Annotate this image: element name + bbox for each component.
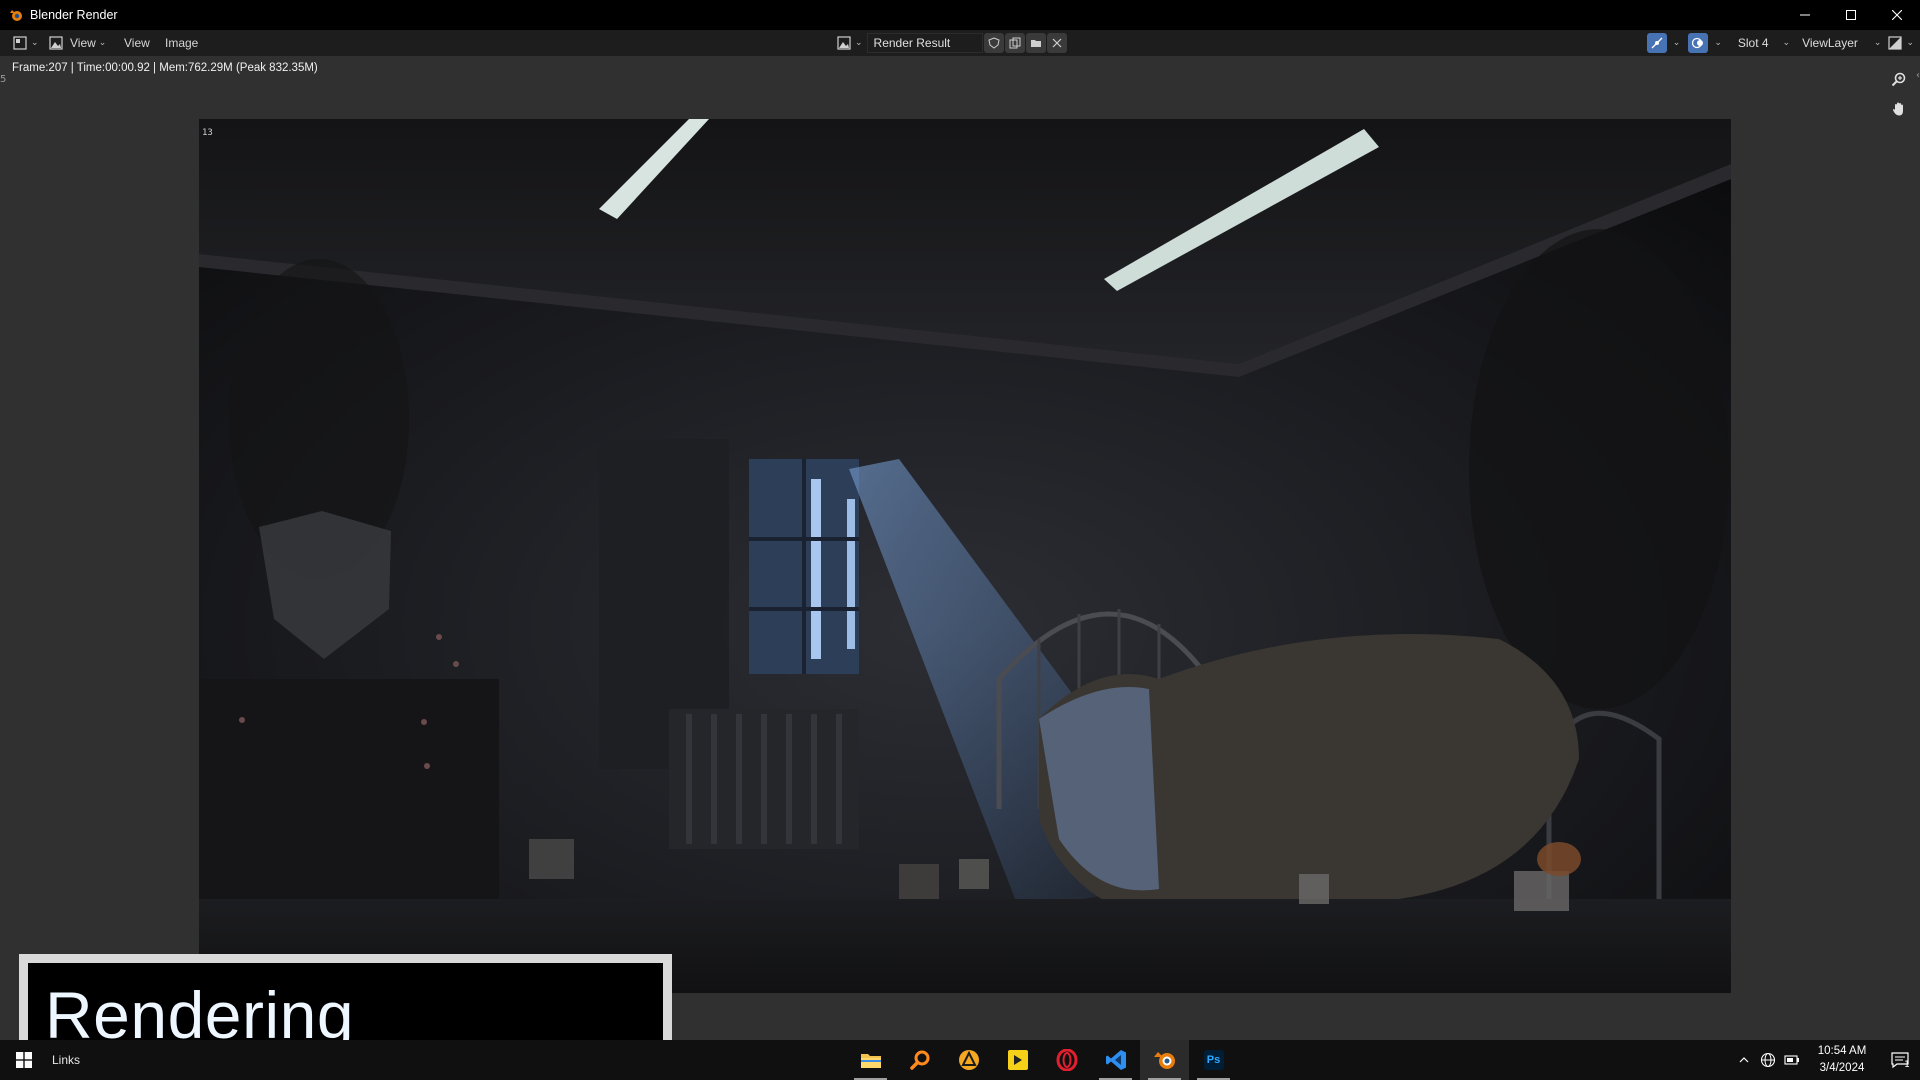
clock[interactable]: 10:54 AM 3/4/2024 — [1804, 1043, 1880, 1077]
display-channels-selector[interactable]: ⌄ — [1887, 35, 1914, 51]
close-icon — [1052, 38, 1061, 48]
image-name-field[interactable]: Render Result — [866, 33, 983, 53]
rendering-overlay: Rendering — [19, 954, 672, 1040]
fake-user-button[interactable] — [983, 33, 1004, 53]
taskbar-triangle-app[interactable] — [944, 1040, 993, 1080]
overlay-toggle-button[interactable] — [1688, 33, 1709, 53]
taskbar-vscode[interactable] — [1091, 1040, 1140, 1080]
chevron-down-icon: ⌄ — [31, 36, 39, 47]
folder-icon — [1030, 40, 1041, 47]
overlay-icon — [1692, 37, 1704, 49]
duplicate-icon — [1009, 37, 1021, 49]
taskbar-blender[interactable] — [1140, 1040, 1189, 1080]
blender-logo-icon — [8, 7, 24, 23]
view-mode-label: View — [70, 36, 96, 50]
chevron-down-icon: ⌄ — [1782, 36, 1791, 47]
battery-icon[interactable] — [1780, 1040, 1804, 1080]
chevron-down-icon: ⌄ — [855, 36, 863, 47]
search-app-icon — [909, 1050, 929, 1070]
taskbar-search-app[interactable] — [895, 1040, 944, 1080]
view-mode-selector[interactable]: View ⌄ — [48, 35, 106, 51]
taskbar-apps: Ps — [846, 1040, 1238, 1080]
taskbar-photoshop[interactable]: Ps — [1189, 1040, 1238, 1080]
triangle-app-icon — [958, 1050, 979, 1070]
sidebar-collapse-arrow[interactable]: ‹ — [1916, 70, 1920, 81]
image-browse-icon — [836, 35, 852, 51]
view-layer-selector[interactable]: ViewLayer ⌄ — [1796, 33, 1887, 53]
browse-image-button[interactable]: ⌄ — [836, 35, 863, 51]
slot-selector[interactable]: Slot 4 ⌄ — [1732, 33, 1796, 53]
pan-hand-icon[interactable] — [1888, 98, 1910, 120]
display-channels-icon — [1887, 35, 1903, 51]
chevron-down-icon: ⌄ — [1906, 36, 1914, 47]
window-controls — [1782, 0, 1920, 30]
opera-icon — [1056, 1049, 1077, 1071]
toolbar-collapse-tab[interactable]: 5 — [0, 74, 6, 85]
rendering-label: Rendering — [45, 977, 355, 1041]
vscode-icon — [1105, 1050, 1126, 1070]
notification-center-button[interactable]: 1 — [1880, 1040, 1920, 1080]
image-icon — [48, 35, 64, 51]
render-stats: Frame:207 | Time:00:00.92 | Mem:762.29M … — [12, 62, 318, 74]
shield-icon — [987, 37, 1000, 49]
maximize-button[interactable] — [1828, 0, 1874, 30]
player-app-icon — [1007, 1050, 1028, 1070]
chevron-down-icon[interactable]: ⌄ — [1714, 37, 1722, 48]
gizmo-toggle-button[interactable] — [1646, 33, 1667, 53]
render-scene — [199, 119, 1731, 993]
windows-taskbar: Links Ps 10:54 AM 3/4/2024 1 — [0, 1040, 1920, 1080]
open-image-button[interactable] — [1025, 33, 1046, 53]
zoom-icon[interactable] — [1888, 68, 1910, 90]
header-right-group: ⌄ ⌄ Slot 4 ⌄ ViewLayer ⌄ ⌄ — [1646, 33, 1920, 53]
minimize-button[interactable] — [1782, 0, 1828, 30]
clock-date: 3/4/2024 — [1819, 1062, 1865, 1074]
chevron-up-icon[interactable] — [1732, 1040, 1756, 1080]
close-button[interactable] — [1874, 0, 1920, 30]
notification-count: 1 — [1904, 1060, 1910, 1070]
chevron-down-icon[interactable]: ⌄ — [1673, 37, 1681, 48]
unlink-image-button[interactable] — [1046, 33, 1067, 53]
duplicate-image-button[interactable] — [1004, 33, 1025, 53]
editor-type-selector[interactable]: ⌄ — [12, 35, 39, 51]
menu-view[interactable]: View — [118, 30, 156, 56]
slot-label: Slot 4 — [1737, 36, 1769, 50]
tile-counter: 13 — [202, 128, 213, 138]
blender-icon — [1153, 1052, 1175, 1069]
taskbar-opera[interactable] — [1042, 1040, 1091, 1080]
chevron-down-icon: ⌄ — [1873, 36, 1882, 47]
system-tray: 10:54 AM 3/4/2024 1 — [1732, 1040, 1920, 1080]
menu-image[interactable]: Image — [159, 30, 204, 56]
taskbar-player-app[interactable] — [993, 1040, 1042, 1080]
view-layer-label: ViewLayer — [1802, 36, 1858, 50]
gizmo-icon — [1651, 37, 1663, 49]
image-editor-icon — [12, 35, 28, 51]
image-editor-header: ⌄ View ⌄ View Image ⌄ Render Result ⌄ ⌄ … — [0, 30, 1920, 56]
image-browser-group: ⌄ Render Result — [836, 33, 1067, 53]
taskbar-file-explorer[interactable] — [846, 1040, 895, 1080]
render-result-image: 13 — [199, 119, 1731, 993]
start-button[interactable] — [0, 1040, 48, 1080]
photoshop-label: Ps — [1206, 1054, 1221, 1066]
navigation-gizmos — [1888, 68, 1910, 120]
network-globe-icon[interactable] — [1756, 1040, 1780, 1080]
windows-logo-icon — [16, 1052, 32, 1068]
window-title: Blender Render — [30, 8, 118, 22]
window-titlebar: Blender Render — [0, 0, 1920, 30]
links-toolbar[interactable]: Links — [52, 1053, 80, 1067]
clock-time: 10:54 AM — [1817, 1045, 1867, 1057]
file-explorer-icon — [860, 1054, 881, 1068]
image-editor-area[interactable]: 5 Frame:207 | Time:00:00.92 | Mem:762.29… — [0, 56, 1920, 1040]
chevron-down-icon: ⌄ — [98, 36, 107, 47]
